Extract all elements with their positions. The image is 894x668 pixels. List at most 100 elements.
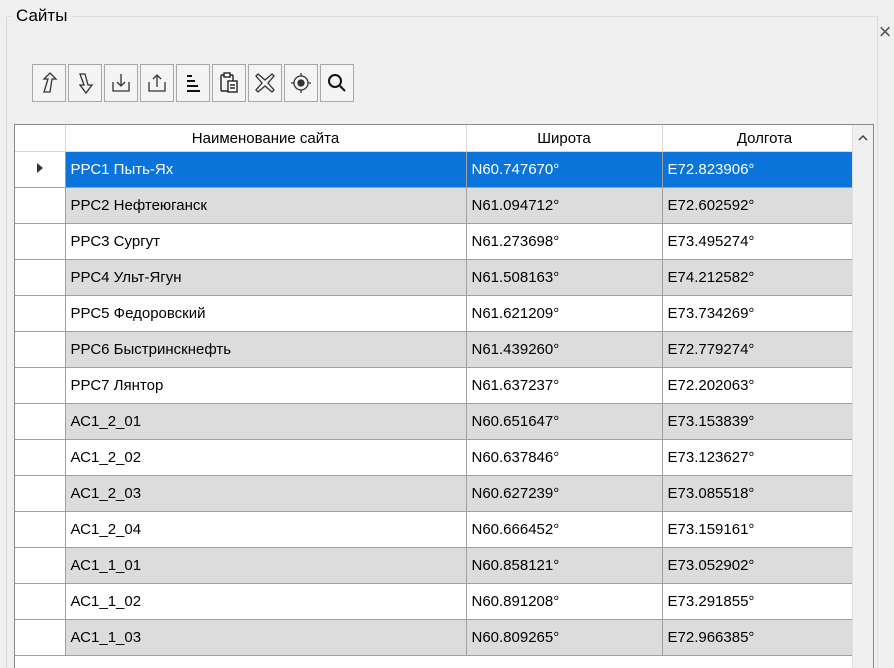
export-button[interactable]	[140, 64, 174, 102]
search-button[interactable]	[320, 64, 354, 102]
scroll-up-button[interactable]	[853, 125, 873, 151]
sort-icon	[187, 75, 200, 92]
cell-site-name[interactable]: АС1_2_02	[65, 439, 467, 476]
row-header[interactable]	[15, 403, 66, 440]
vertical-scrollbar[interactable]	[852, 125, 873, 668]
cell-site-name[interactable]: РРС4 Ульт-Ягун	[65, 259, 467, 296]
cell-site-name[interactable]: АС1_2_01	[65, 403, 467, 440]
table-row[interactable]: РРС5 Федоровский N61.621209° E73.734269°	[15, 295, 868, 332]
sites-panel: Сайты × Наименование сайта Широта Долгот…	[0, 0, 894, 668]
cell-latitude[interactable]: N60.637846°	[466, 439, 663, 476]
cell-longitude[interactable]: E73.291855°	[662, 583, 868, 620]
cell-site-name[interactable]: АС1_2_04	[65, 511, 467, 548]
cell-longitude[interactable]: E73.159161°	[662, 511, 868, 548]
row-header[interactable]	[15, 439, 66, 476]
move-up-icon	[42, 72, 58, 93]
cell-site-name[interactable]: РРС5 Федоровский	[65, 295, 467, 332]
row-header[interactable]	[15, 223, 66, 260]
cell-site-name[interactable]: АС1_1_01	[65, 547, 467, 584]
cell-site-name[interactable]: АС1_1_03	[65, 619, 467, 656]
row-header[interactable]	[15, 511, 66, 548]
move-down-button[interactable]	[68, 64, 102, 102]
paste-button[interactable]	[212, 64, 246, 102]
import-button[interactable]	[104, 64, 138, 102]
row-header[interactable]	[15, 187, 66, 224]
table-row[interactable]: АС1_2_04 N60.666452° E73.159161°	[15, 511, 868, 548]
table-row[interactable]: АС1_2_02 N60.637846° E73.123627°	[15, 439, 868, 476]
table-row[interactable]: АС1_1_01 N60.858121° E73.052902°	[15, 547, 868, 584]
locate-button[interactable]	[284, 64, 318, 102]
cell-longitude[interactable]: E72.202063°	[662, 367, 868, 404]
sites-grid[interactable]: Наименование сайта Широта Долгота РРС1 П…	[14, 124, 874, 668]
cell-latitude[interactable]: N60.891208°	[466, 583, 663, 620]
cell-longitude[interactable]: E72.823906°	[662, 151, 868, 188]
move-up-button[interactable]	[32, 64, 66, 102]
cell-longitude[interactable]: E73.052902°	[662, 547, 868, 584]
table-row[interactable]: РРС6 Быстринскнефть N61.439260° E72.779274…	[15, 331, 868, 368]
cell-site-name[interactable]: АС1_2_03	[65, 475, 467, 512]
row-header[interactable]	[15, 259, 66, 296]
sites-table: Наименование сайта Широта Долгота РРС1 П…	[15, 125, 868, 656]
table-row[interactable]: РРС1 Пыть-Ях N60.747670° E72.823906°	[15, 151, 868, 188]
locate-icon	[291, 73, 311, 93]
cell-latitude[interactable]: N60.747670°	[466, 151, 663, 188]
close-icon[interactable]: ×	[876, 20, 894, 44]
cell-site-name[interactable]: РРС6 Быстринскнефть	[65, 331, 467, 368]
cell-longitude[interactable]: E73.495274°	[662, 223, 868, 260]
table-row[interactable]: РРС3 Сургут N61.273698° E73.495274°	[15, 223, 868, 260]
cell-latitude[interactable]: N61.094712°	[466, 187, 663, 224]
row-header[interactable]	[15, 619, 66, 656]
row-header[interactable]	[15, 475, 66, 512]
row-header-corner	[15, 125, 66, 152]
cell-site-name[interactable]: РРС2 Нефтеюганск	[65, 187, 467, 224]
move-down-icon	[78, 73, 94, 95]
column-header-latitude[interactable]: Широта	[466, 125, 663, 152]
cell-latitude[interactable]: N61.439260°	[466, 331, 663, 368]
table-row[interactable]: АС1_2_01 N60.651647° E73.153839°	[15, 403, 868, 440]
table-row[interactable]: АС1_2_03 N60.627239° E73.085518°	[15, 475, 868, 512]
cell-longitude[interactable]: E72.966385°	[662, 619, 868, 656]
current-row-indicator-icon	[36, 163, 43, 173]
row-header[interactable]	[15, 331, 66, 368]
cell-latitude[interactable]: N60.858121°	[466, 547, 663, 584]
sort-button[interactable]	[176, 64, 210, 102]
cell-longitude[interactable]: E73.153839°	[662, 403, 868, 440]
cell-latitude[interactable]: N60.651647°	[466, 403, 663, 440]
header-row: Наименование сайта Широта Долгота	[15, 125, 868, 152]
table-row[interactable]: АС1_1_03 N60.809265° E72.966385°	[15, 619, 868, 656]
delete-icon	[255, 73, 275, 93]
cell-latitude[interactable]: N60.666452°	[466, 511, 663, 548]
cell-latitude[interactable]: N61.273698°	[466, 223, 663, 260]
cell-latitude[interactable]: N61.508163°	[466, 259, 663, 296]
cell-latitude[interactable]: N61.637237°	[466, 367, 663, 404]
cell-site-name[interactable]: РРС1 Пыть-Ях	[65, 151, 467, 188]
table-row[interactable]: РРС4 Ульт-Ягун N61.508163° E74.212582°	[15, 259, 868, 296]
column-header-name[interactable]: Наименование сайта	[65, 125, 467, 152]
cell-longitude[interactable]: E72.779274°	[662, 331, 868, 368]
row-header[interactable]	[15, 367, 66, 404]
row-header[interactable]	[15, 151, 66, 188]
row-header[interactable]	[15, 547, 66, 584]
cell-site-name[interactable]: РРС3 Сургут	[65, 223, 467, 260]
row-header[interactable]	[15, 295, 66, 332]
table-row[interactable]: АС1_1_02 N60.891208° E73.291855°	[15, 583, 868, 620]
table-row[interactable]: РРС2 Нефтеюганск N61.094712° E72.602592°	[15, 187, 868, 224]
cell-site-name[interactable]: РРС7 Лянтор	[65, 367, 467, 404]
cell-longitude[interactable]: E73.085518°	[662, 475, 868, 512]
cell-longitude[interactable]: E73.734269°	[662, 295, 868, 332]
cell-longitude[interactable]: E72.602592°	[662, 187, 868, 224]
toolbar	[32, 64, 356, 102]
cell-longitude[interactable]: E74.212582°	[662, 259, 868, 296]
cell-latitude[interactable]: N60.809265°	[466, 619, 663, 656]
cell-latitude[interactable]: N61.621209°	[466, 295, 663, 332]
search-icon	[328, 74, 346, 92]
delete-button[interactable]	[248, 64, 282, 102]
cell-latitude[interactable]: N60.627239°	[466, 475, 663, 512]
cell-longitude[interactable]: E73.123627°	[662, 439, 868, 476]
table-row[interactable]: РРС7 Лянтор N61.637237° E72.202063°	[15, 367, 868, 404]
column-header-longitude[interactable]: Долгота	[662, 125, 868, 152]
panel-title: Сайты	[12, 6, 72, 26]
export-icon	[148, 74, 166, 92]
row-header[interactable]	[15, 583, 66, 620]
cell-site-name[interactable]: АС1_1_02	[65, 583, 467, 620]
